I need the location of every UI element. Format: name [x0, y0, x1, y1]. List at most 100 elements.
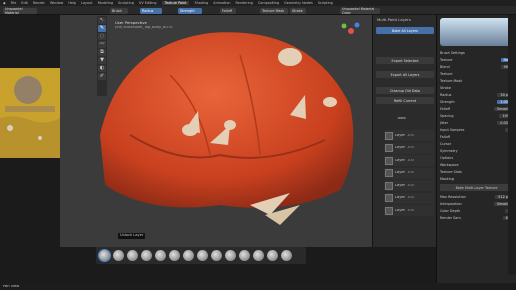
section-header[interactable]: Workspace: [437, 161, 516, 168]
tools-section: Tools: [397, 117, 406, 120]
section-header[interactable]: Options: [437, 154, 516, 161]
brush-swatch[interactable]: [141, 250, 152, 261]
draw-brush-icon[interactable]: ✎: [98, 25, 106, 32]
section-header[interactable]: Texture: [437, 70, 516, 77]
section-header[interactable]: Texture Mask: [437, 77, 516, 84]
status-bar: Pan View: [0, 283, 516, 290]
mask-brush-icon[interactable]: ◐: [98, 65, 106, 72]
fill-brush-icon[interactable]: ▼: [98, 57, 106, 64]
property-row[interactable]: BlendMix: [437, 63, 516, 70]
tab-animation[interactable]: Animation: [213, 1, 230, 5]
tab-rendering[interactable]: Rendering: [236, 1, 253, 5]
brush-swatch[interactable]: [98, 249, 111, 262]
export-selected-button[interactable]: Export Selected: [376, 57, 434, 64]
bake-texture-button[interactable]: Bake Multi-Layer Texture: [440, 184, 513, 191]
section-header[interactable]: Falloff: [437, 133, 516, 140]
brush-swatch[interactable]: [113, 250, 124, 261]
brush-swatch[interactable]: [197, 250, 208, 261]
brush-swatch[interactable]: [281, 250, 292, 261]
cursor-tool-icon[interactable]: ↖: [98, 17, 106, 24]
tab-shading[interactable]: Shading: [194, 1, 208, 5]
tab-compositing[interactable]: Compositing: [258, 1, 279, 5]
tab-uv-editing[interactable]: UV Editing: [139, 1, 157, 5]
layer-row[interactable]: Layer 100: [384, 155, 434, 166]
tool-header: Unquantel Material Brush Radius Strength…: [0, 6, 516, 15]
section-header[interactable]: Brush Settings: [437, 49, 516, 56]
clone-brush-icon[interactable]: ⧉: [98, 49, 106, 56]
properties-tab-strip[interactable]: [508, 15, 516, 275]
brush-swatch[interactable]: [155, 250, 166, 261]
texture-mask-dropdown[interactable]: Texture Mask: [260, 7, 288, 14]
brush-palette: [96, 247, 306, 264]
cleanup-button[interactable]: Cleanup Old Data: [376, 87, 434, 94]
strength-field[interactable]: Strength: [178, 7, 202, 14]
blender-logo[interactable]: ◆: [3, 1, 6, 5]
falloff-dropdown[interactable]: Falloff: [220, 7, 236, 14]
properties-panel: Brush Settings TextureNail BlendMix Text…: [436, 15, 516, 290]
layer-row[interactable]: Layer 100: [384, 192, 434, 204]
layer-row[interactable]: Layer 100: [384, 180, 434, 191]
uv-image-editor[interactable]: [0, 68, 60, 158]
navigation-gizmo[interactable]: [340, 20, 362, 42]
brush-swatch[interactable]: [211, 250, 222, 261]
property-row[interactable]: Input Samples1: [437, 126, 516, 133]
layer-row[interactable]: Layer 100: [384, 167, 434, 179]
tab-geometry-nodes[interactable]: Geometry Nodes: [284, 1, 313, 5]
refill-button[interactable]: Refill Current: [376, 97, 434, 104]
bake-all-button[interactable]: Bake All Layers: [376, 27, 434, 34]
soften-brush-icon[interactable]: ◌: [98, 33, 106, 40]
tab-modeling[interactable]: Modeling: [98, 1, 113, 5]
section-header[interactable]: Stroke: [437, 84, 516, 91]
annotate-icon[interactable]: ✐: [98, 73, 106, 80]
layer-thumbnail: [385, 156, 393, 165]
menu-render[interactable]: Render: [33, 1, 45, 5]
layer-row[interactable]: Layer 100: [384, 130, 434, 141]
section-header[interactable]: Masking: [437, 175, 516, 182]
smear-brush-icon[interactable]: 〰: [98, 41, 106, 48]
property-row[interactable]: Color Depth8: [437, 207, 516, 214]
layer-thumbnail: [385, 181, 393, 190]
tab-scripting[interactable]: Scripting: [318, 1, 333, 5]
mode-dropdown[interactable]: Unquantel Material: [3, 7, 37, 15]
stroke-dropdown[interactable]: Stroke: [290, 7, 306, 14]
section-header[interactable]: Texture Slots: [437, 168, 516, 175]
tooltip: Unlock Layer: [118, 233, 146, 239]
brush-swatch[interactable]: [253, 250, 264, 261]
uv-texture-preview: [0, 68, 60, 158]
brush-swatch[interactable]: [169, 250, 180, 261]
menu-help[interactable]: Help: [68, 1, 76, 5]
export-all-button[interactable]: Export All Layers: [376, 71, 434, 78]
tab-texture-paint[interactable]: Texture Paint: [161, 1, 190, 5]
layer-thumbnail: [385, 194, 393, 202]
radius-field[interactable]: Radius: [140, 7, 162, 14]
panel-title: Multi-Paint Layers: [377, 18, 411, 22]
section-header[interactable]: Cursor: [437, 140, 516, 147]
uv-image-dropdown[interactable]: Unquantel Material Color: [340, 7, 380, 15]
brush-swatch[interactable]: [183, 250, 194, 261]
layer-row[interactable]: Layer 100: [384, 142, 434, 154]
menu-edit[interactable]: Edit: [21, 1, 28, 5]
property-row[interactable]: Interpolation Smooth: [437, 200, 516, 207]
brush-swatch[interactable]: [239, 250, 250, 261]
property-row[interactable]: Jitter 0.000: [437, 119, 516, 126]
property-row[interactable]: Strength 1.000: [437, 98, 516, 105]
menu-window[interactable]: Window: [50, 1, 63, 5]
brush-swatch[interactable]: [225, 250, 236, 261]
tab-sculpting[interactable]: Sculpting: [118, 1, 134, 5]
brush-swatch[interactable]: [267, 250, 278, 261]
section-header[interactable]: Symmetry: [437, 147, 516, 154]
property-row[interactable]: Max Resolution 512 px: [437, 193, 516, 200]
property-row[interactable]: Texture Nail: [437, 56, 516, 63]
layer-thumbnail: [385, 206, 393, 215]
viewport-title: User Perspective: [115, 21, 147, 25]
brush-dropdown[interactable]: Brush: [110, 7, 128, 14]
tab-layout[interactable]: Layout: [81, 1, 93, 5]
property-row[interactable]: Falloff Smooth: [437, 105, 516, 112]
property-row[interactable]: Radius 50 px: [437, 91, 516, 98]
layer-list: Layer 100 Layer 100 Layer 100 Layer 100 Laye…: [384, 130, 434, 230]
layer-row[interactable]: Layer 100: [384, 205, 434, 216]
menu-file[interactable]: File: [11, 1, 17, 5]
property-row[interactable]: Render Sam.64: [437, 214, 516, 221]
property-row[interactable]: Spacing 10%: [437, 112, 516, 119]
brush-swatch[interactable]: [127, 250, 138, 261]
